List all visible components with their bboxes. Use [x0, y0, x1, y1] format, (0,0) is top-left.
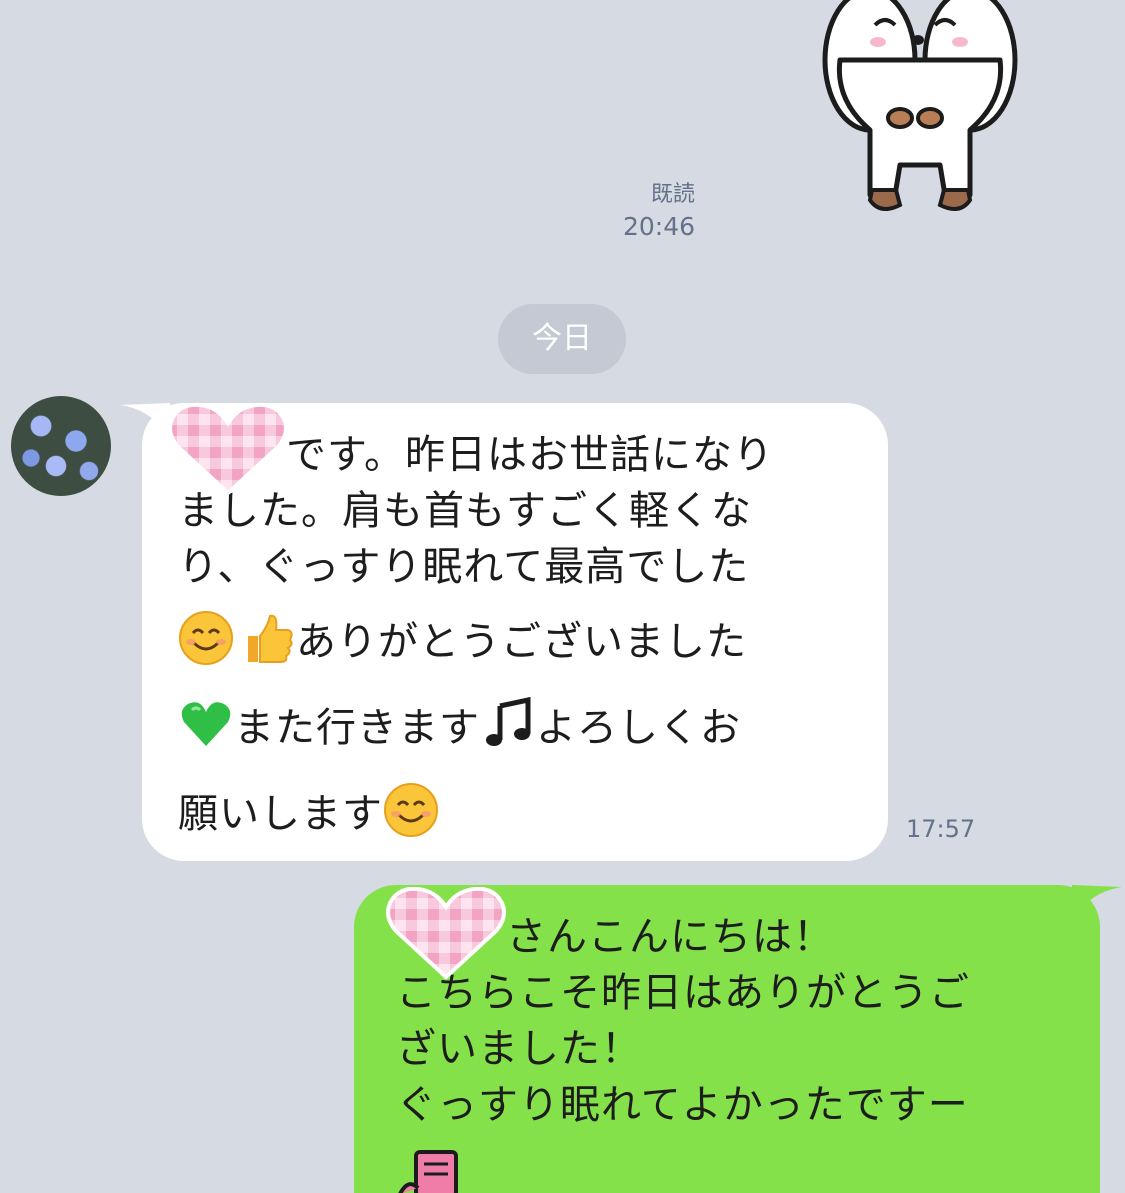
smiling-face-icon [383, 782, 439, 838]
message-line: また行きます よろしくお [178, 681, 854, 767]
message-line-text: 願いします [178, 791, 383, 837]
message-line: 願いします [178, 767, 854, 853]
music-note-icon [480, 696, 536, 752]
date-divider: 今日 [498, 304, 626, 374]
incoming-message-bubble[interactable]: です。昨日はお世話になり ました。肩も首もすごく軽くな り、ぐっすり眠れて最高で… [120, 403, 888, 861]
read-label: 既読 [650, 182, 695, 207]
green-heart-icon [178, 696, 234, 752]
message-line: ありがとうございました [178, 595, 854, 681]
message-line: ぐっすり眠れてよかったですー [396, 1082, 969, 1128]
message-time: 17:57 [906, 815, 976, 843]
message-line: ざいました！ [396, 1026, 642, 1072]
thumbs-up-icon [240, 610, 296, 666]
chat-screen: 既読 20:46 今日 です。昨日はお世話になり ました。肩も首もすごく軽くな … [0, 0, 1125, 1193]
bowing-bear-sticker[interactable] [800, 0, 1040, 230]
contact-avatar[interactable] [11, 396, 111, 496]
pink-note-icon [398, 1150, 458, 1193]
read-time: 20:46 [622, 212, 695, 241]
outgoing-message-bubble[interactable]: さんこんにちは！ こちらこそ昨日はありがとうご ざいました！ ぐっすり眠れてよか… [354, 885, 1122, 1193]
message-line-text: また行きます [234, 705, 480, 751]
message-line-text: ありがとうございました [296, 619, 747, 665]
pink-gingham-heart-icon [168, 403, 288, 496]
message-line: り、ぐっすり眠れて最高でした [178, 544, 750, 590]
smiling-face-icon [178, 610, 234, 666]
read-receipt: 既読 20:46 [623, 180, 695, 244]
message-line-text: よろしくお [536, 705, 741, 751]
pink-gingham-heart-icon [386, 887, 506, 980]
bubble-tail [1072, 885, 1122, 919]
bubble-tail [120, 403, 170, 437]
